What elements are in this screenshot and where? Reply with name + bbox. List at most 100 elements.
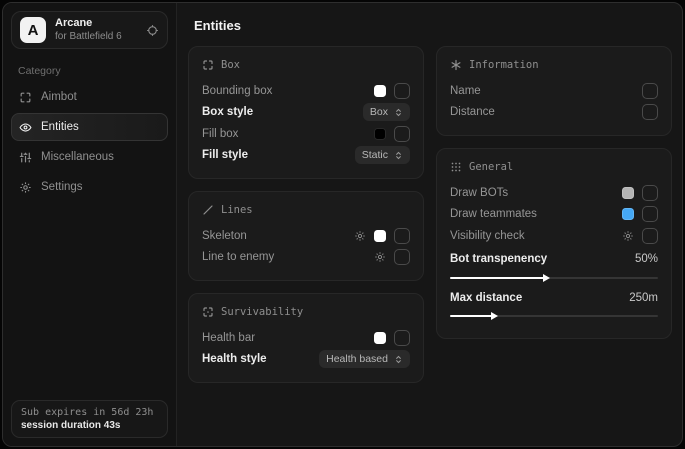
skeleton-row: Skeleton [202,225,410,247]
bounding-box-checkbox[interactable] [394,83,410,99]
box-card: Box Bounding box Box style Box [188,46,424,179]
name-checkbox[interactable] [642,83,658,99]
chevron-up-down-icon [394,355,403,364]
row-label: Fill box [202,128,374,140]
sub-expiry-text: Sub expires in 56d 23h [21,407,158,418]
general-card: General Draw BOTs Draw teammates [436,148,672,339]
health-style-dropdown[interactable]: Health based [319,350,410,368]
line-to-enemy-row: Line to enemy [202,247,410,269]
row-label: Distance [450,106,642,118]
row-label: Line to enemy [202,251,374,263]
max-distance-value: 250m [629,292,658,304]
color-swatch[interactable] [622,187,634,199]
sidebar-item-aimbot[interactable]: Aimbot [11,83,168,111]
fill-style-dropdown[interactable]: Static [355,146,410,164]
diagonal-line-icon [202,204,214,216]
main-panel: Entities Box Bounding box [177,3,683,446]
slider-handle[interactable] [543,274,550,282]
skeleton-checkbox[interactable] [394,228,410,244]
max-distance-group: Max distance 250m [450,287,658,321]
information-card: Information Name Distance [436,46,672,136]
draw-teammates-row: Draw teammates [450,204,658,226]
fill-box-checkbox[interactable] [394,126,410,142]
grid-dots-icon [450,161,462,173]
color-swatch[interactable] [622,208,634,220]
bounding-box-row: Bounding box [202,80,410,102]
draw-bots-checkbox[interactable] [642,185,658,201]
category-label: Category [18,65,168,77]
visibility-check-checkbox[interactable] [642,228,658,244]
card-title: Survivability [221,306,303,318]
slider-handle[interactable] [491,312,498,320]
app-name: Arcane [55,17,137,31]
sidebar-item-label: Settings [41,181,83,193]
app-logo-card: A Arcane for Battlefield 6 [11,11,168,49]
sidebar-item-label: Aimbot [41,91,77,103]
line-to-enemy-checkbox[interactable] [394,249,410,265]
health-bar-checkbox[interactable] [394,330,410,346]
session-duration-text: session duration 43s [21,420,158,431]
fill-style-row: Fill style Static [202,145,410,167]
crosshair-icon [19,91,32,104]
max-distance-slider[interactable] [450,312,658,321]
name-row: Name [450,80,658,102]
sidebar-item-settings[interactable]: Settings [11,173,168,201]
health-bar-row: Health bar [202,327,410,349]
skeleton-settings-gear-icon[interactable] [354,230,366,242]
sidebar-item-entities[interactable]: Entities [11,113,168,141]
row-label: Draw BOTs [450,187,622,199]
color-swatch[interactable] [374,85,386,97]
health-brackets-icon [202,306,214,318]
app-logo: A [20,17,46,43]
draw-bots-row: Draw BOTs [450,182,658,204]
sliders-icon [19,151,32,164]
bot-transparency-value: 50% [635,253,658,265]
unload-crosshair-icon[interactable] [146,24,159,37]
row-label: Max distance [450,292,629,304]
app-subtitle: for Battlefield 6 [55,31,137,44]
eye-icon [19,121,32,134]
page-title: Entities [194,18,672,33]
chevron-up-down-icon [394,108,403,117]
draw-teammates-checkbox[interactable] [642,206,658,222]
distance-checkbox[interactable] [642,104,658,120]
bot-transparency-slider[interactable] [450,273,658,282]
asterisk-icon [450,59,462,71]
card-title: Box [221,59,240,71]
chevron-up-down-icon [394,151,403,160]
row-label: Box style [202,106,363,118]
visibility-check-row: Visibility check [450,225,658,247]
box-style-dropdown[interactable]: Box [363,103,410,121]
color-swatch[interactable] [374,128,386,140]
color-swatch[interactable] [374,332,386,344]
card-title: Information [469,59,539,71]
sidebar: A Arcane for Battlefield 6 Category Aimb… [3,3,177,446]
color-swatch[interactable] [374,230,386,242]
sidebar-item-miscellaneous[interactable]: Miscellaneous [11,143,168,171]
row-label: Bot transpenency [450,253,635,265]
gear-icon [19,181,32,194]
distance-row: Distance [450,102,658,124]
card-title: General [469,161,513,173]
row-label: Health style [202,353,319,365]
box-style-row: Box style Box [202,102,410,124]
fill-box-row: Fill box [202,123,410,145]
row-label: Draw teammates [450,208,622,220]
row-label: Name [450,85,642,97]
bot-transparency-group: Bot transpenency 50% [450,249,658,283]
row-label: Fill style [202,149,355,161]
sidebar-item-label: Miscellaneous [41,151,114,163]
row-label: Visibility check [450,230,622,242]
card-title: Lines [221,204,253,216]
sidebar-nav: Aimbot Entities Miscellaneous [11,83,168,201]
subscription-info-card: Sub expires in 56d 23h session duration … [11,400,168,438]
row-label: Bounding box [202,85,374,97]
visibility-settings-gear-icon[interactable] [622,230,634,242]
survivability-card: Survivability Health bar Health style [188,293,424,383]
lines-card: Lines Skeleton Line to enemy [188,191,424,281]
line-to-enemy-settings-gear-icon[interactable] [374,251,386,263]
app-window: A Arcane for Battlefield 6 Category Aimb… [2,2,683,447]
sidebar-item-label: Entities [41,121,79,133]
health-style-row: Health style Health based [202,349,410,371]
row-label: Skeleton [202,230,354,242]
